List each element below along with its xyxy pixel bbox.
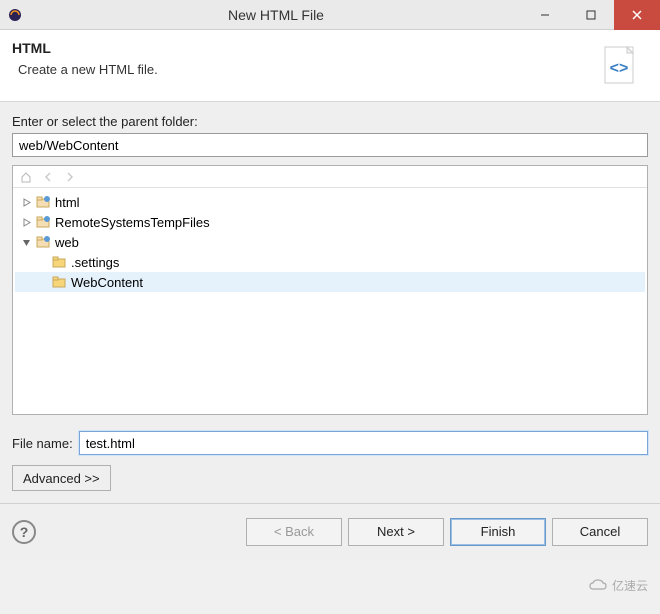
tree-item-label: RemoteSystemsTempFiles xyxy=(55,215,210,230)
project-icon xyxy=(35,194,51,210)
minimize-button[interactable] xyxy=(522,0,568,30)
tree-toolbar xyxy=(13,166,647,188)
advanced-button[interactable]: Advanced >> xyxy=(12,465,111,491)
parent-folder-input[interactable] xyxy=(12,133,648,157)
next-button[interactable]: Next > xyxy=(348,518,444,546)
project-icon xyxy=(35,214,51,230)
tree-item[interactable]: .settings xyxy=(15,252,645,272)
folder-tree: html RemoteSystemsTempFiles web .settings We… xyxy=(12,165,648,415)
tree-item[interactable]: RemoteSystemsTempFiles xyxy=(15,212,645,232)
banner-title: HTML xyxy=(12,40,596,56)
tree-item[interactable]: WebContent xyxy=(15,272,645,292)
eclipse-icon xyxy=(0,0,30,30)
back-arrow-icon[interactable] xyxy=(39,168,57,186)
filename-label: File name: xyxy=(12,436,73,451)
chevron-right-icon xyxy=(35,275,49,289)
back-button[interactable]: < Back xyxy=(246,518,342,546)
finish-button[interactable]: Finish xyxy=(450,518,546,546)
watermark: 亿速云 xyxy=(588,577,648,594)
tree-item-label: WebContent xyxy=(71,275,143,290)
svg-text:<>: <> xyxy=(610,60,629,77)
tree-body[interactable]: html RemoteSystemsTempFiles web .settings We… xyxy=(13,188,647,296)
help-button[interactable]: ? xyxy=(12,520,36,544)
maximize-button[interactable] xyxy=(568,0,614,30)
wizard-content: Enter or select the parent folder: html R… xyxy=(0,102,660,503)
tree-item-label: web xyxy=(55,235,79,250)
chevron-right-icon xyxy=(35,255,49,269)
parent-folder-label: Enter or select the parent folder: xyxy=(12,114,648,129)
chevron-right-icon[interactable] xyxy=(19,215,33,229)
home-icon[interactable] xyxy=(17,168,35,186)
tree-item-label: .settings xyxy=(71,255,119,270)
chevron-down-icon[interactable] xyxy=(19,235,33,249)
titlebar: New HTML File xyxy=(0,0,660,30)
folder-icon xyxy=(51,254,67,270)
close-button[interactable] xyxy=(614,0,660,30)
forward-arrow-icon[interactable] xyxy=(61,168,79,186)
tree-item-label: html xyxy=(55,195,80,210)
wizard-footer: ? < Back Next > Finish Cancel xyxy=(0,503,660,559)
window-title: New HTML File xyxy=(30,7,522,23)
cancel-button[interactable]: Cancel xyxy=(552,518,648,546)
chevron-right-icon[interactable] xyxy=(19,195,33,209)
tree-item[interactable]: html xyxy=(15,192,645,212)
banner-description: Create a new HTML file. xyxy=(18,62,596,77)
folder-icon xyxy=(51,274,67,290)
project-icon xyxy=(35,234,51,250)
wizard-banner: HTML Create a new HTML file. <> xyxy=(0,30,660,102)
filename-input[interactable] xyxy=(79,431,648,455)
html-file-icon: <> xyxy=(596,40,648,92)
tree-item[interactable]: web xyxy=(15,232,645,252)
window-controls xyxy=(522,0,660,30)
